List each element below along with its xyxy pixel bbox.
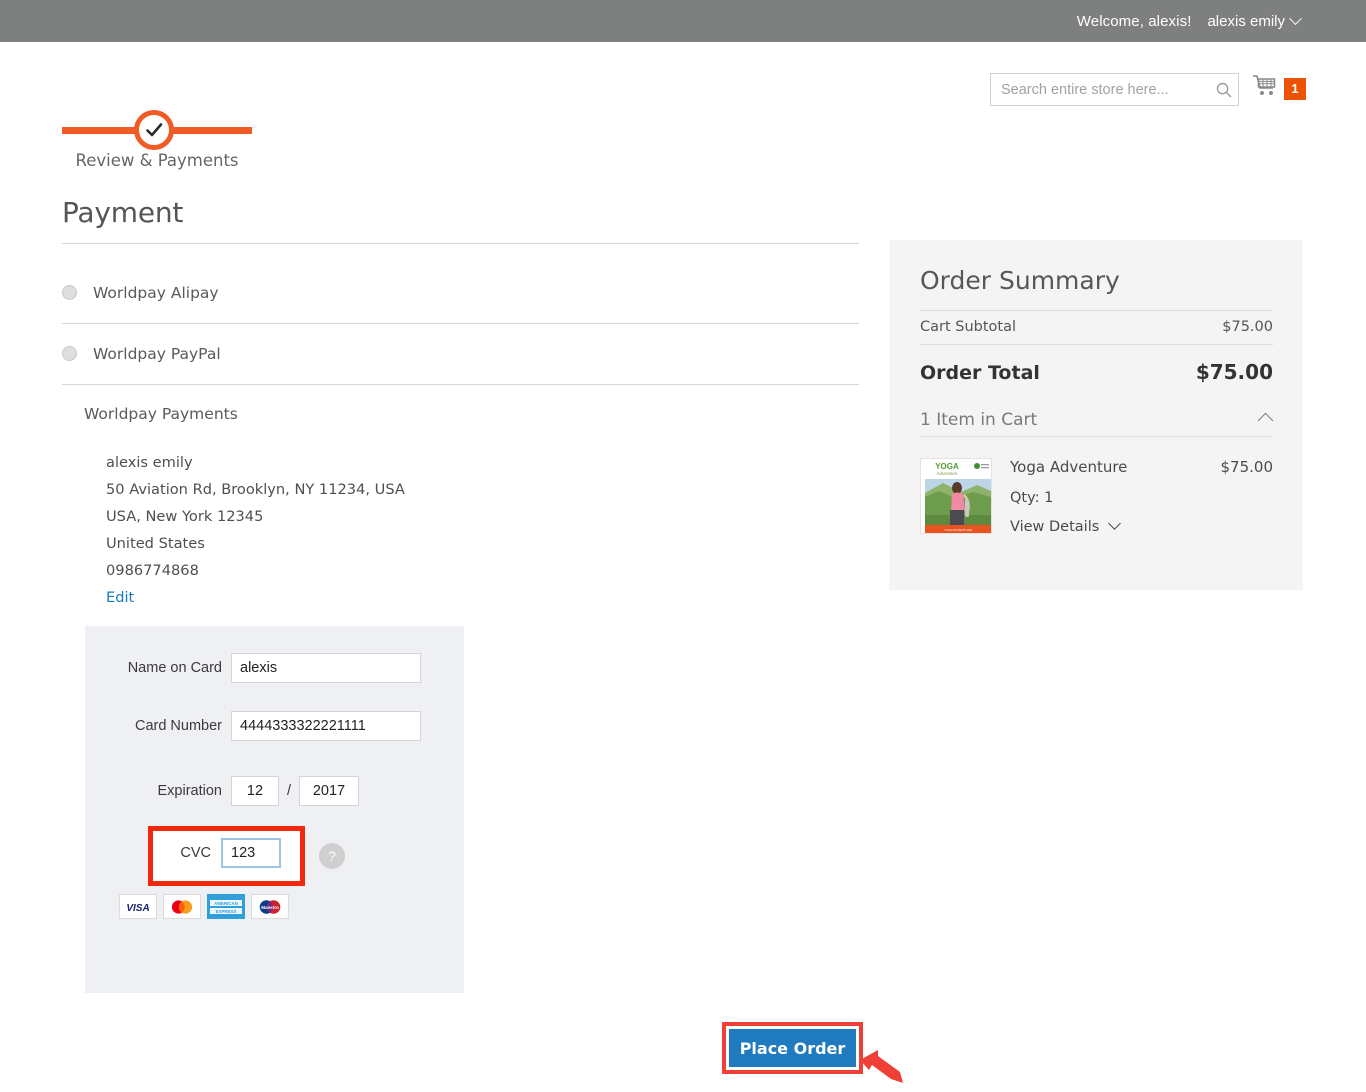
billing-street: 50 Aviation Rd, Brooklyn, NY 11234, USA [106,481,405,498]
annotation-arrow-icon [858,1046,906,1091]
cart-item-name-price: Yoga Adventure $75.00 [1010,458,1273,476]
divider-summary-2 [920,344,1273,345]
minicart[interactable]: 1 [1252,74,1306,103]
name-on-card-input[interactable] [231,653,421,683]
billing-city-state-zip: USA, New York 12345 [106,508,264,525]
question-mark-icon[interactable]: ? [319,843,345,869]
visa-icon: VISA [119,894,157,919]
payment-method-label: Worldpay Alipay [93,283,219,302]
billing-name: alexis emily [106,454,193,471]
shopping-cart-icon [1252,74,1279,103]
search-box[interactable] [990,73,1239,106]
divider-payment-2 [62,384,859,385]
cart-subtotal-label: Cart Subtotal [920,319,1017,335]
place-order-button[interactable]: Place Order [729,1029,856,1067]
cvc-input[interactable] [221,838,281,868]
payment-method-label: Worldpay PayPal [93,344,221,363]
check-icon [146,123,163,137]
cvc-label: CVC [180,845,211,861]
order-summary-title: Order Summary [920,266,1120,295]
payment-method-worldpay-alipay[interactable]: Worldpay Alipay [62,262,859,323]
account-menu[interactable]: alexis emily [1207,11,1302,30]
card-number-label: Card Number [134,718,222,734]
chevron-up-icon [1257,412,1274,428]
svg-text:AMERICAN: AMERICAN [214,901,238,906]
checkout-page: Welcome, alexis! alexis emily Search ent… [0,0,1366,1092]
top-header-bar: Welcome, alexis! alexis emily [0,0,1366,42]
radio-worldpay-paypal[interactable] [62,346,77,361]
payment-method-worldpay-payments-label: Worldpay Payments [84,405,238,423]
cart-item-qty: Qty: 1 [1010,490,1054,506]
billing-country: United States [106,535,205,552]
maestro-icon: Maestro [251,894,289,919]
cart-item-details: Yoga Adventure $75.00 Qty: 1 View Detail… [1010,458,1273,535]
expiration-separator: / [286,783,292,799]
expiration-month-input[interactable] [231,776,279,806]
page-title: Payment [62,196,184,229]
svg-text:YOGA: YOGA [935,462,959,471]
edit-address-link[interactable]: Edit [106,584,405,611]
cart-item-count-badge: 1 [1284,77,1306,100]
card-number-row: Card Number [95,711,421,741]
name-on-card-label: Name on Card [127,660,222,676]
account-name-label: alexis emily [1207,12,1285,30]
view-details-toggle[interactable]: View Details [1010,517,1273,535]
mastercard-icon [163,894,201,919]
cvc-row: CVC [159,838,281,868]
cart-item-row: YOGA Adventure YOGA ADVENTURE Yoga Adven… [920,458,1273,535]
order-total-value: $75.00 [1195,360,1273,384]
order-total-label: Order Total [920,362,1040,384]
divider-summary-1 [920,310,1273,311]
cart-item-name: Yoga Adventure [1010,458,1128,476]
account-area: Welcome, alexis! alexis emily [1076,0,1302,42]
search-input[interactable] [991,74,1210,105]
cart-item-price: $75.00 [1220,458,1274,476]
search-icon[interactable] [1210,74,1238,105]
cart-subtotal-value: $75.00 [1222,319,1273,335]
product-thumbnail: YOGA Adventure YOGA ADVENTURE [920,458,992,534]
order-total-row: Order Total $75.00 [920,360,1273,384]
american-express-icon: AMERICAN EXPRESS [207,894,245,919]
order-summary-panel: Order Summary Cart Subtotal $75.00 Order… [889,240,1303,590]
svg-text:VISA: VISA [126,903,149,914]
billing-address: alexis emily 50 Aviation Rd, Brooklyn, N… [106,449,405,611]
view-details-label: View Details [1010,519,1100,535]
welcome-message: Welcome, alexis! [1076,12,1192,30]
svg-text:Adventure: Adventure [936,471,958,476]
svg-text:YOGA ADVENTURE: YOGA ADVENTURE [944,528,972,532]
items-in-cart-label: 1 Item in Cart [920,410,1038,430]
cart-subtotal-row: Cart Subtotal $75.00 [920,319,1273,335]
accepted-card-logos: VISA AMERICAN EXPRESS Maestro [119,894,289,919]
chevron-down-icon [1108,517,1121,530]
divider-summary-3 [920,436,1273,437]
radio-worldpay-alipay[interactable] [62,285,77,300]
checkout-progress-bar [62,110,252,152]
progress-step-label: Review & Payments [75,151,239,170]
billing-phone: 0986774868 [106,562,199,579]
items-in-cart-toggle[interactable]: 1 Item in Cart [920,410,1274,430]
chevron-down-icon [1289,11,1302,25]
expiration-row: Expiration / [95,776,359,806]
svg-text:EXPRESS: EXPRESS [216,909,237,914]
name-on-card-row: Name on Card [95,653,421,683]
card-number-input[interactable] [231,711,421,741]
expiration-label: Expiration [157,783,222,799]
progress-step-complete[interactable] [134,110,174,150]
divider-under-title [62,243,859,244]
expiration-year-input[interactable] [299,776,359,806]
svg-text:Maestro: Maestro [261,905,279,910]
payment-method-worldpay-paypal[interactable]: Worldpay PayPal [62,323,859,384]
